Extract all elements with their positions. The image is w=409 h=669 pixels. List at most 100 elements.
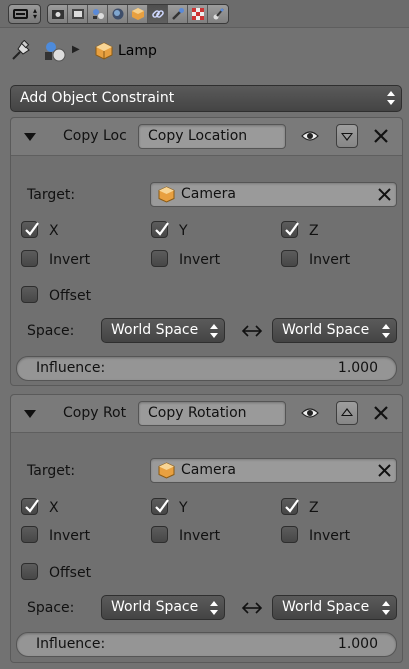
move-up-button[interactable]	[336, 401, 358, 425]
invert-x-label: Invert	[49, 252, 91, 268]
constraints-icon	[152, 8, 164, 20]
checkbox-x[interactable]	[21, 221, 39, 238]
invert-y-label: Invert	[179, 528, 221, 544]
target-space-dropdown[interactable]: World Space	[272, 595, 397, 620]
move-down-button[interactable]	[336, 124, 358, 148]
object-cube-icon	[95, 42, 113, 60]
updown-arrows-icon	[210, 324, 218, 338]
modifiers-icon	[172, 8, 184, 20]
checkbox-invert-y[interactable]	[151, 250, 168, 267]
triangle-down-icon	[341, 133, 353, 141]
triangle-up-icon	[341, 408, 353, 416]
updown-arrows-icon	[387, 91, 395, 105]
tab-constraints[interactable]	[148, 5, 168, 23]
checkbox-z[interactable]	[281, 221, 299, 238]
invert-z-label: Invert	[309, 252, 351, 268]
target-space-value: World Space	[282, 599, 370, 615]
target-field[interactable]: Camera	[150, 182, 397, 207]
target-label: Target:	[27, 463, 76, 479]
tab-texture[interactable]	[188, 5, 208, 23]
influence-value: 1.000	[337, 636, 378, 652]
constraint-panel-copy-rotation: Copy Rot Copy Rotation Target: Camera X …	[10, 394, 403, 663]
object-cube-icon	[158, 186, 175, 203]
invert-x-label: Invert	[49, 528, 91, 544]
checkbox-x[interactable]	[21, 498, 39, 515]
target-space-value: World Space	[282, 322, 370, 338]
tab-object[interactable]	[128, 5, 148, 23]
target-field[interactable]: Camera	[150, 458, 397, 483]
world-icon	[112, 8, 124, 20]
axis-y-label: Y	[179, 223, 188, 239]
owner-space-dropdown[interactable]: World Space	[101, 595, 225, 620]
constraint-header: Copy Loc Copy Location	[11, 118, 402, 156]
tab-render[interactable]	[48, 5, 68, 23]
checkbox-z[interactable]	[281, 498, 299, 515]
invert-y-label: Invert	[179, 252, 221, 268]
eye-icon[interactable]	[301, 404, 319, 422]
owner-space-dropdown[interactable]: World Space	[101, 318, 225, 343]
checkbox-invert-x[interactable]	[21, 250, 38, 267]
add-object-constraint-dropdown[interactable]: Add Object Constraint	[10, 85, 402, 112]
render-icon	[52, 8, 64, 20]
target-name: Camera	[181, 462, 236, 478]
editor-type-selector[interactable]: ▴ ▾	[8, 4, 41, 24]
target-space-dropdown[interactable]: World Space	[272, 318, 397, 343]
checkbox-invert-z[interactable]	[281, 250, 298, 267]
owner-space-value: World Space	[111, 599, 199, 615]
pin-icon[interactable]	[10, 39, 32, 62]
constraint-name-field[interactable]: Copy Location	[138, 124, 286, 149]
influence-slider[interactable]: Influence: 1.000	[16, 632, 397, 657]
texture-icon	[192, 8, 204, 20]
object-icon	[132, 8, 144, 20]
constraint-type-label: Copy Rot	[63, 405, 127, 421]
tab-render-layers[interactable]	[68, 5, 88, 23]
tab-physics[interactable]	[208, 5, 228, 23]
collapse-triangle-icon[interactable]	[24, 410, 36, 418]
breadcrumb-arrow-icon: ▶	[72, 44, 80, 55]
axis-z-label: Z	[309, 223, 319, 239]
clear-target-icon[interactable]	[377, 187, 392, 202]
checkbox-y[interactable]	[151, 221, 169, 238]
checkbox-invert-y[interactable]	[151, 526, 168, 543]
owner-space-value: World Space	[111, 322, 199, 338]
collapse-triangle-icon[interactable]	[24, 133, 36, 141]
constraint-type-label: Copy Loc	[63, 128, 127, 144]
offset-label: Offset	[49, 288, 92, 304]
constraint-panel-copy-location: Copy Loc Copy Location Target: Camera X …	[10, 117, 403, 386]
checkbox-invert-x[interactable]	[21, 526, 38, 543]
axis-x-label: X	[49, 500, 59, 516]
tab-world[interactable]	[108, 5, 128, 23]
influence-value: 1.000	[337, 360, 378, 376]
breadcrumb: ▶ Lamp	[10, 38, 390, 66]
tab-modifiers[interactable]	[168, 5, 188, 23]
influence-label: Influence:	[36, 636, 106, 652]
tab-scene[interactable]	[88, 5, 108, 23]
space-label: Space:	[27, 323, 75, 339]
influence-label: Influence:	[36, 360, 106, 376]
checkbox-offset[interactable]	[21, 563, 38, 580]
object-name: Lamp	[118, 43, 157, 59]
close-icon[interactable]	[373, 405, 389, 421]
checkbox-invert-z[interactable]	[281, 526, 298, 543]
object-cube-icon	[158, 462, 175, 479]
axis-y-label: Y	[179, 500, 188, 516]
checkbox-y[interactable]	[151, 498, 169, 515]
influence-slider[interactable]: Influence: 1.000	[16, 356, 397, 381]
space-label: Space:	[27, 600, 75, 616]
updown-arrows-icon	[382, 324, 390, 338]
offset-label: Offset	[49, 565, 92, 581]
scene-icon	[92, 8, 104, 20]
constraint-header: Copy Rot Copy Rotation	[11, 395, 402, 433]
add-constraint-label: Add Object Constraint	[20, 90, 175, 106]
axis-x-label: X	[49, 223, 59, 239]
updown-arrows-icon	[382, 601, 390, 615]
properties-header: ▴ ▾	[0, 0, 409, 28]
close-icon[interactable]	[373, 128, 389, 144]
eye-icon[interactable]	[301, 127, 319, 145]
clear-target-icon[interactable]	[377, 463, 392, 478]
target-name: Camera	[181, 186, 236, 202]
physics-icon	[212, 8, 224, 20]
checkbox-offset[interactable]	[21, 286, 38, 303]
constraint-name-field[interactable]: Copy Rotation	[138, 401, 286, 426]
target-label: Target:	[27, 187, 76, 203]
